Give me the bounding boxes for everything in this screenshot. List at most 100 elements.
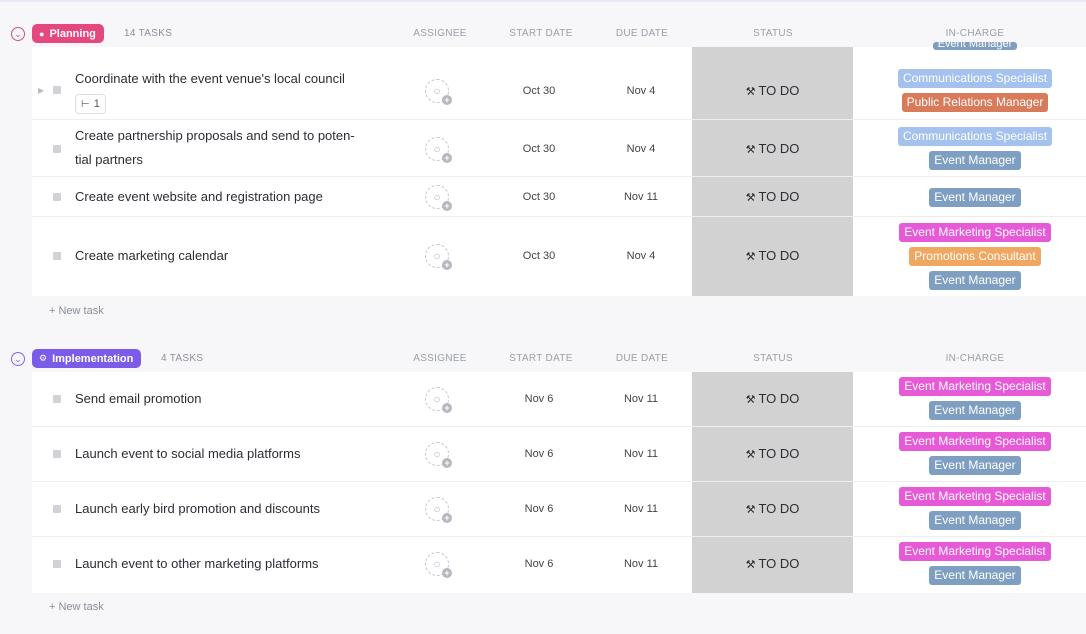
column-header-in-charge[interactable]: IN-CHARGE — [930, 28, 1020, 39]
column-header-assignee[interactable]: ASSIGNEE — [400, 353, 480, 364]
new-task-button[interactable]: + New task — [49, 601, 104, 613]
task-name-continued[interactable]: tial partners — [75, 148, 375, 172]
status-cell[interactable]: ⚒ TO DO — [692, 446, 853, 461]
subtask-count-badge[interactable]: ⊢ 1 — [75, 94, 106, 114]
task-count: 14 TASKS — [124, 28, 173, 39]
in-charge-tag[interactable]: Event Marketing Specialist — [899, 222, 1051, 242]
assignee-avatar-placeholder[interactable]: ○ + — [425, 387, 452, 413]
column-header-assignee[interactable]: ASSIGNEE — [400, 28, 480, 39]
in-charge-tag[interactable]: Event Manager — [929, 270, 1021, 290]
start-date[interactable]: Nov 6 — [504, 448, 574, 460]
table-row[interactable]: Launch event to social media platforms ○… — [32, 427, 1086, 482]
assignee-avatar-placeholder[interactable]: ○ + — [425, 185, 452, 211]
in-charge-tag[interactable]: Event Manager — [929, 565, 1021, 585]
in-charge-tag[interactable]: Event Marketing Specialist — [899, 541, 1051, 561]
expand-caret-icon[interactable]: ▶ — [38, 86, 44, 95]
column-header-due-date[interactable]: DUE DATE — [607, 353, 677, 364]
in-charge-tag[interactable]: Promotions Consultant — [909, 246, 1041, 266]
table-row[interactable]: Send email promotion ○ + Nov 6 Nov 11 ⚒ TO… — [32, 372, 1086, 427]
task-status-square-icon[interactable] — [53, 252, 61, 260]
start-date[interactable]: Oct 30 — [504, 143, 574, 155]
in-charge-tag[interactable]: Event Manager — [929, 400, 1021, 420]
task-name[interactable]: Launch event to social media platforms — [75, 442, 375, 466]
in-charge-tag[interactable]: Event Manager — [929, 150, 1021, 170]
column-header-due-date[interactable]: DUE DATE — [607, 28, 677, 39]
in-charge-tag[interactable]: Event Marketing Specialist — [899, 376, 1051, 396]
task-status-square-icon[interactable] — [53, 193, 61, 201]
status-cell[interactable]: ⚒ TO DO — [692, 556, 853, 571]
task-status-square-icon[interactable] — [53, 505, 61, 513]
status-cell[interactable]: ⚒ TO DO — [692, 391, 853, 406]
assignee-avatar-placeholder[interactable]: ○ + — [425, 552, 452, 578]
in-charge-tag[interactable]: Event Manager — [929, 510, 1021, 530]
task-status-square-icon[interactable] — [53, 560, 61, 568]
task-status-square-icon[interactable] — [53, 450, 61, 458]
table-row[interactable]: Launch event to other marketing platform… — [32, 537, 1086, 593]
task-name[interactable]: Create event website and registration pa… — [75, 185, 375, 209]
user-icon: ○ — [433, 190, 441, 204]
table-row[interactable]: Launch early bird promotion and discount… — [32, 482, 1086, 537]
column-header-status[interactable]: STATUS — [733, 28, 813, 39]
start-date[interactable]: Oct 30 — [504, 250, 574, 262]
in-charge-tag[interactable]: Communications Specialist — [897, 126, 1053, 146]
due-date[interactable]: Nov 11 — [606, 503, 676, 515]
task-name[interactable]: Launch event to other marketing platform… — [75, 552, 375, 576]
task-name[interactable]: Launch early bird promotion and discount… — [75, 497, 375, 521]
assignee-avatar-placeholder[interactable]: ○ + — [425, 442, 452, 468]
task-name[interactable]: Create partnership proposals and send to… — [75, 124, 375, 148]
column-header-status[interactable]: STATUS — [733, 353, 813, 364]
chat-bubble-icon: ● — [39, 28, 45, 39]
table-row[interactable]: Create partnership proposals and send to… — [32, 120, 1086, 177]
status-cell[interactable]: ⚒ TO DO — [692, 83, 853, 98]
group-implementation: ⌄ ⚙ Implementation 4 TASKS ASSIGNEE STAR… — [0, 345, 1086, 613]
task-status-square-icon[interactable] — [53, 86, 61, 94]
start-date[interactable]: Nov 6 — [504, 393, 574, 405]
table-row[interactable]: Create marketing calendar ○ + Oct 30 Nov … — [32, 217, 1086, 296]
collapse-chevron-icon[interactable]: ⌄ — [11, 27, 25, 41]
in-charge-tag[interactable]: Public Relations Manager — [901, 92, 1049, 112]
start-date[interactable]: Oct 30 — [504, 191, 574, 203]
group-pill-planning[interactable]: ● Planning — [32, 24, 104, 43]
status-cell[interactable]: ⚒ TO DO — [692, 189, 853, 204]
column-header-start-date[interactable]: START DATE — [505, 28, 577, 39]
hammer-icon: ⚒ — [745, 86, 756, 98]
task-status-square-icon[interactable] — [53, 145, 61, 153]
column-header-start-date[interactable]: START DATE — [505, 353, 577, 364]
in-charge-tag[interactable]: Event Manager — [932, 41, 1018, 50]
column-header-in-charge[interactable]: IN-CHARGE — [930, 353, 1020, 364]
in-charge-tag[interactable]: Event Manager — [929, 187, 1021, 207]
due-date[interactable]: Nov 11 — [606, 393, 676, 405]
status-cell[interactable]: ⚒ TO DO — [692, 141, 853, 156]
in-charge-tag[interactable]: Event Marketing Specialist — [899, 431, 1051, 451]
task-name[interactable]: Send email promotion — [75, 387, 375, 411]
status-cell[interactable]: ⚒ TO DO — [692, 501, 853, 516]
start-date[interactable]: Oct 30 — [504, 85, 574, 97]
due-date[interactable]: Nov 4 — [606, 85, 676, 97]
collapse-chevron-icon[interactable]: ⌄ — [11, 352, 25, 366]
due-date[interactable]: Nov 4 — [606, 143, 676, 155]
status-cell[interactable]: ⚒ TO DO — [692, 248, 853, 263]
due-date[interactable]: Nov 11 — [606, 191, 676, 203]
in-charge-tag[interactable]: Event Manager — [929, 455, 1021, 475]
new-task-button[interactable]: + New task — [49, 305, 104, 317]
plus-icon: + — [442, 403, 452, 413]
task-name[interactable]: Coordinate with the event venue's local … — [75, 67, 375, 91]
due-date[interactable]: Nov 4 — [606, 250, 676, 262]
in-charge-cell: Event Manager — [898, 185, 1052, 209]
assignee-avatar-placeholder[interactable]: ○ + — [425, 79, 452, 105]
task-status-square-icon[interactable] — [53, 395, 61, 403]
table-row[interactable]: ▶ Coordinate with the event venue's loca… — [32, 61, 1086, 120]
assignee-avatar-placeholder[interactable]: ○ + — [425, 244, 452, 270]
assignee-avatar-placeholder[interactable]: ○ + — [425, 497, 452, 523]
start-date[interactable]: Nov 6 — [504, 558, 574, 570]
task-name[interactable]: Create marketing calendar — [75, 244, 375, 268]
in-charge-tag[interactable]: Event Marketing Specialist — [899, 486, 1051, 506]
start-date[interactable]: Nov 6 — [504, 503, 574, 515]
cut-off-tags: Event Manager — [898, 39, 1052, 52]
group-pill-implementation[interactable]: ⚙ Implementation — [32, 349, 142, 368]
due-date[interactable]: Nov 11 — [606, 448, 676, 460]
table-row[interactable]: Create event website and registration pa… — [32, 177, 1086, 217]
due-date[interactable]: Nov 11 — [606, 558, 676, 570]
assignee-avatar-placeholder[interactable]: ○ + — [425, 137, 452, 163]
in-charge-tag[interactable]: Communications Specialist — [897, 68, 1053, 88]
